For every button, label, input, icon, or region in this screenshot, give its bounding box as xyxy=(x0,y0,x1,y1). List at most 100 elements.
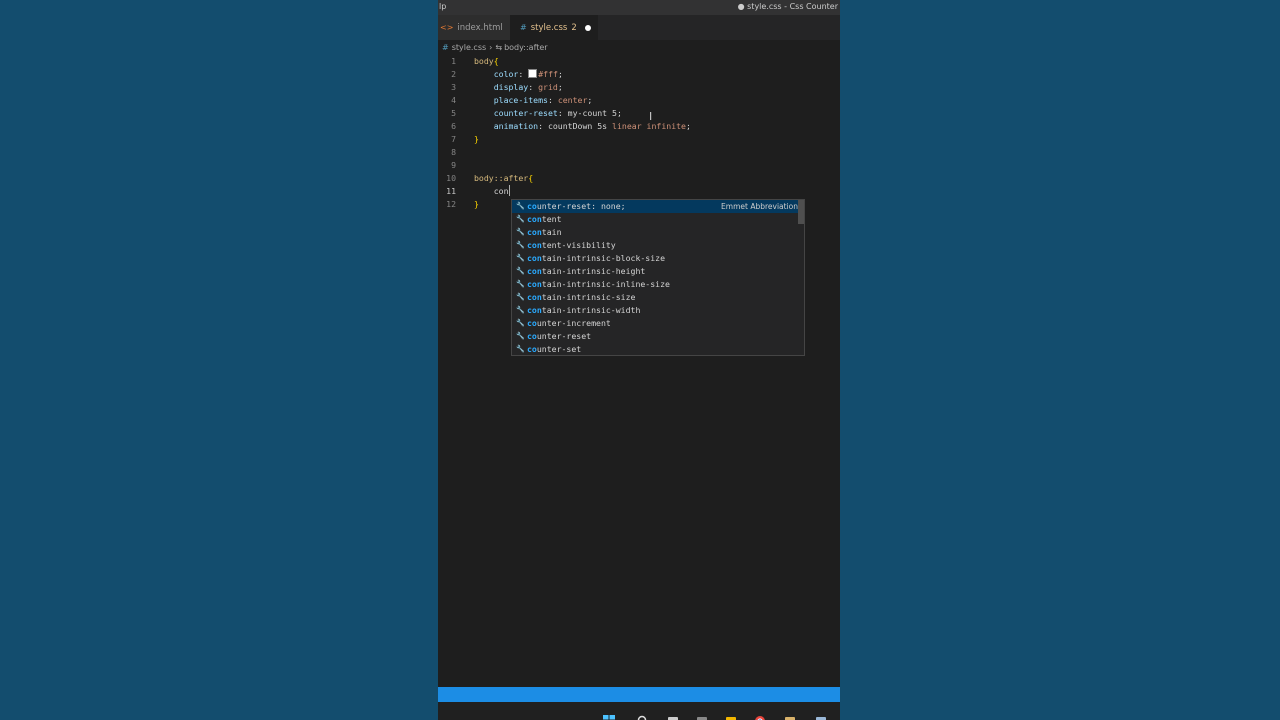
code-line[interactable]: 7} xyxy=(438,133,840,146)
file-explorer-icon[interactable] xyxy=(725,710,737,720)
code-text: display: grid; xyxy=(474,81,563,94)
suggestion-label: counter-set xyxy=(527,344,582,354)
wrench-icon: 🔧 xyxy=(516,241,525,249)
suggestion-label: counter-reset: none; xyxy=(527,201,626,211)
task-view-icon[interactable] xyxy=(667,710,679,720)
vscode-window: lp ● style.css - Css Counter <> index.ht… xyxy=(438,0,840,720)
code-token: } xyxy=(474,199,479,209)
code-token: color xyxy=(493,69,519,79)
suggestion-scrollbar[interactable] xyxy=(798,200,804,224)
code-line[interactable]: 8 xyxy=(438,146,840,159)
code-line[interactable]: 6 animation: countDown 5s linear infinit… xyxy=(438,120,840,133)
wrench-icon: 🔧 xyxy=(516,228,525,236)
code-token: : xyxy=(528,82,539,92)
code-token: body xyxy=(474,56,494,66)
store-icon[interactable] xyxy=(815,710,827,720)
suggestion-item[interactable]: 🔧 counter-reset xyxy=(512,330,804,343)
tab-label: index.html xyxy=(457,22,503,33)
symbol-icon: ⇆ xyxy=(495,42,503,52)
code-text: con xyxy=(474,185,510,198)
suggestion-item[interactable]: 🔧 counter-reset: none; Emmet Abbreviation xyxy=(512,200,804,213)
suggestion-item[interactable]: 🔧 contain xyxy=(512,226,804,239)
tab-label: style.css xyxy=(530,22,568,33)
code-token: { xyxy=(528,173,534,183)
wrench-icon: 🔧 xyxy=(516,319,525,327)
code-editor[interactable]: 1 body{2 color: #fff; 3 display: grid; 4 pl… xyxy=(438,55,840,685)
window-title: ● style.css - Css Counter xyxy=(737,2,838,11)
suggestion-item[interactable]: 🔧 contain-intrinsic-block-size xyxy=(512,252,804,265)
suggestion-label: counter-increment xyxy=(527,318,611,328)
code-token: body::after xyxy=(474,173,529,183)
line-number: 11 xyxy=(446,186,456,196)
code-token: #fff xyxy=(538,69,558,79)
code-line[interactable]: 5 counter-reset: my-count 5; xyxy=(438,107,840,120)
code-line[interactable]: 11 con xyxy=(438,185,840,198)
code-token: } xyxy=(474,134,479,144)
editor-tabs: <> index.html # style.css 2 xyxy=(438,15,840,40)
app-icon[interactable] xyxy=(784,710,796,720)
wrench-icon: 🔧 xyxy=(516,267,525,275)
code-text: body{ xyxy=(474,55,499,68)
wrench-icon: 🔧 xyxy=(516,202,525,210)
code-token: : xyxy=(518,69,529,79)
suggestion-widget[interactable]: 🔧 counter-set 🔧 counter-reset 🔧 counter-incre… xyxy=(511,199,805,356)
suggestion-item[interactable]: 🔧 contain-intrinsic-inline-size xyxy=(512,278,804,291)
code-token: grid xyxy=(538,82,558,92)
app-menu-fragment[interactable]: lp xyxy=(439,2,446,11)
unsaved-dot-icon[interactable] xyxy=(584,24,591,31)
suggestion-item[interactable]: 🔧 content xyxy=(512,213,804,226)
suggestion-item[interactable]: 🔧 contain-intrinsic-width xyxy=(512,304,804,317)
widgets-icon[interactable] xyxy=(696,710,708,720)
code-token: ; xyxy=(616,108,622,118)
code-line[interactable]: 4 place-items: center; xyxy=(438,94,840,107)
code-line[interactable]: 2 color: #fff; xyxy=(438,68,840,81)
code-token: place-items xyxy=(493,95,548,105)
breadcrumb-file[interactable]: style.css xyxy=(452,43,486,52)
wrench-icon: 🔧 xyxy=(516,293,525,301)
code-token: : xyxy=(547,95,558,105)
breadcrumb-symbol[interactable]: body::after xyxy=(504,43,548,52)
wrench-icon: 🔧 xyxy=(516,254,525,262)
code-line[interactable]: 10 body::after{ xyxy=(438,172,840,185)
taskbar xyxy=(438,702,840,720)
wrench-icon: 🔧 xyxy=(516,215,525,223)
code-line[interactable]: 3 display: grid; xyxy=(438,81,840,94)
suggestion-item[interactable]: 🔧 content-visibility xyxy=(512,239,804,252)
code-line[interactable]: 9 xyxy=(438,159,840,172)
title-bar: lp ● style.css - Css Counter xyxy=(438,0,840,15)
suggestion-label: contain-intrinsic-inline-size xyxy=(527,279,670,289)
suggestion-item[interactable]: 🔧 contain-intrinsic-size xyxy=(512,291,804,304)
code-token: ; xyxy=(587,95,593,105)
tab-style-css[interactable]: # style.css 2 xyxy=(510,15,598,40)
color-swatch-icon[interactable] xyxy=(528,69,538,78)
suggestion-label: contain-intrinsic-size xyxy=(527,292,636,302)
line-number: 5 xyxy=(451,108,456,118)
suggestion-label: contain-intrinsic-block-size xyxy=(527,253,666,263)
code-token: countDown 5s xyxy=(547,121,613,131)
search-icon[interactable] xyxy=(637,710,649,720)
code-token: ; xyxy=(557,82,563,92)
tab-index-html[interactable]: <> index.html xyxy=(438,15,510,40)
windows-start-icon[interactable] xyxy=(603,710,615,720)
suggestion-item[interactable]: 🔧 contain-intrinsic-height xyxy=(512,265,804,278)
code-line[interactable]: 1 body{ xyxy=(438,55,840,68)
code-token: ; xyxy=(557,69,563,79)
code-text: counter-reset: my-count 5; xyxy=(474,107,622,120)
suggestion-item[interactable]: 🔧 counter-increment xyxy=(512,317,804,330)
line-number: 12 xyxy=(446,199,456,209)
chrome-icon[interactable] xyxy=(754,710,766,720)
line-number: 2 xyxy=(451,69,456,79)
line-number: 4 xyxy=(451,95,456,105)
code-text: } xyxy=(474,133,479,146)
line-number: 7 xyxy=(451,134,456,144)
suggestion-label: content xyxy=(527,214,562,224)
wrench-icon: 🔧 xyxy=(516,332,525,340)
code-token: center xyxy=(557,95,588,105)
line-number: 10 xyxy=(446,173,456,183)
suggestion-item[interactable]: 🔧 counter-set xyxy=(512,343,804,356)
